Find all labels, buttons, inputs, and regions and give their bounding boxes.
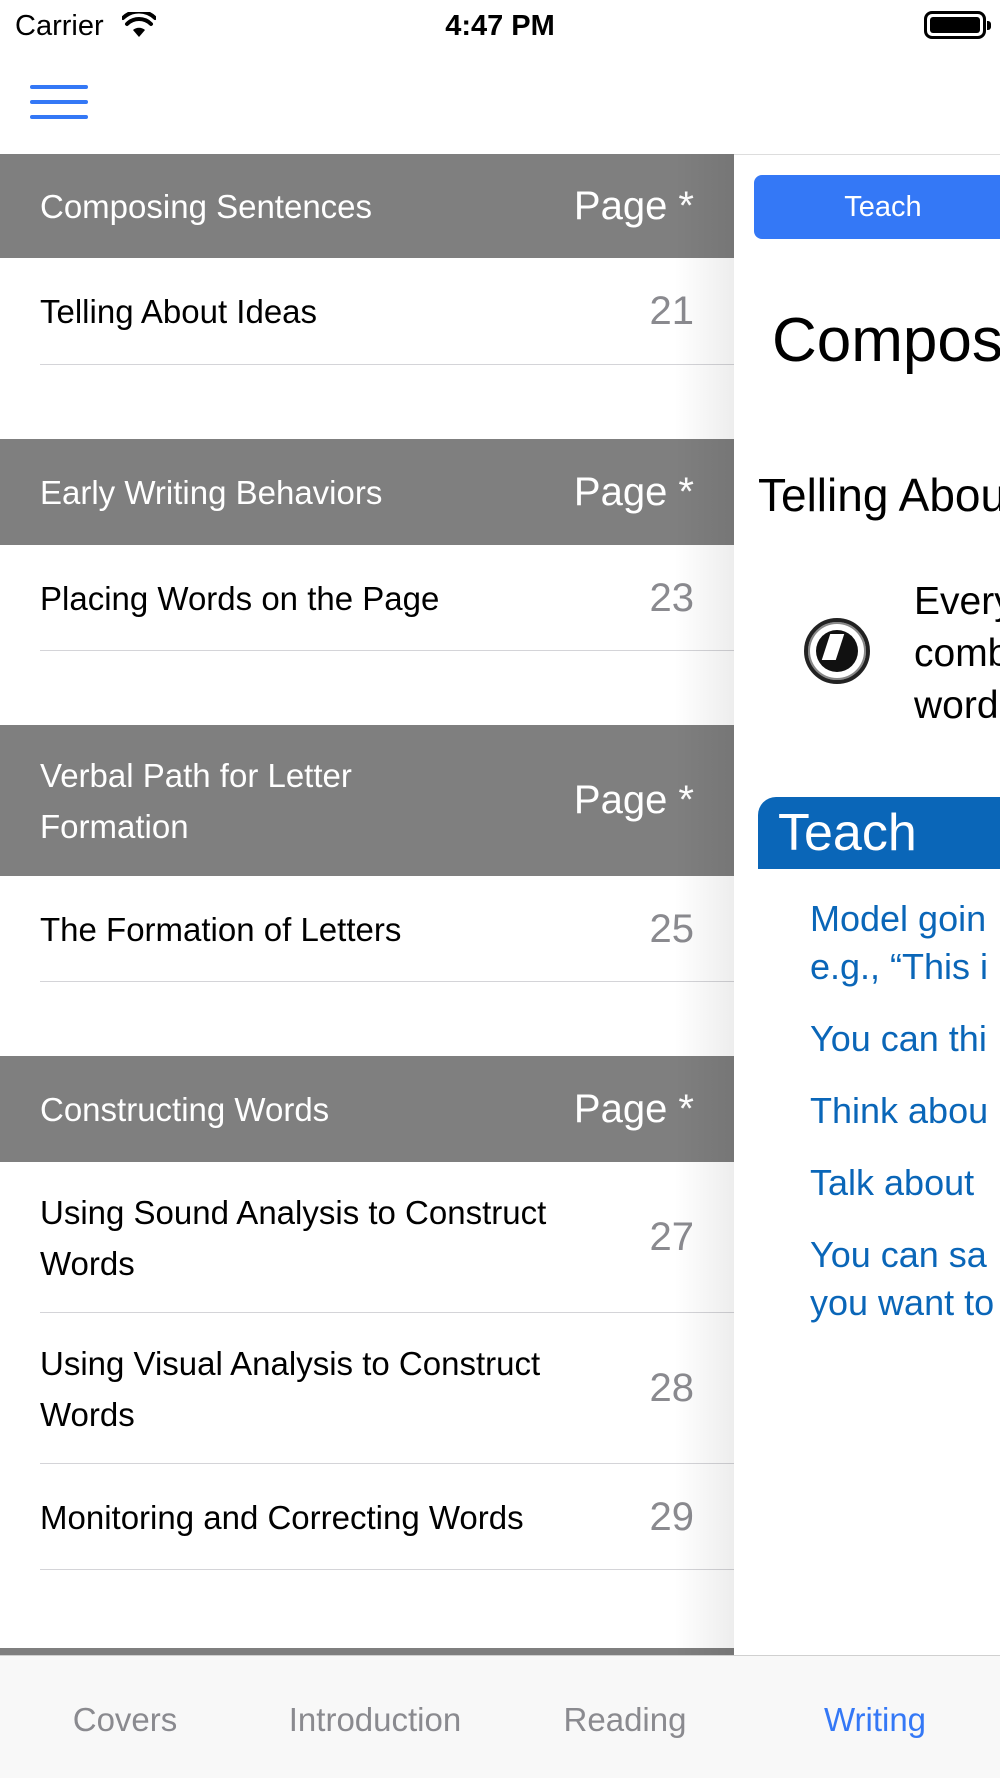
battery-icon — [924, 11, 991, 39]
document-paragraph: Every comb word — [914, 576, 1000, 732]
teach-button[interactable]: Teach — [754, 175, 1000, 239]
page-column-label: Page * — [573, 183, 694, 228]
toc-row-label: The Formation of Letters — [40, 910, 402, 948]
tab-writing[interactable]: Writing — [750, 1701, 1000, 1739]
toc-row-page: 23 — [649, 575, 695, 620]
toc-row-page: 21 — [649, 289, 695, 333]
teach-banner: Teach — [758, 797, 1000, 869]
tab-covers[interactable]: Covers — [0, 1701, 250, 1739]
detail-pane: Teach Compos Telling Abou Every comb wor… — [734, 154, 1000, 1655]
paragraph-line: word — [914, 684, 999, 727]
section-title: Early Writing Behaviors — [40, 473, 383, 511]
section-header: Verbal Path for Letter Formation Page * — [0, 725, 734, 876]
toc-row[interactable]: Placing Words on the Page 23 — [0, 545, 734, 651]
toc-row[interactable]: Monitoring and Correcting Words 29 — [0, 1464, 734, 1570]
toc-row[interactable]: The Formation of Letters 25 — [0, 876, 734, 982]
page-column-label: Page * — [573, 778, 694, 822]
clock: 4:47 PM — [445, 10, 555, 42]
toc-row[interactable]: Telling About Ideas 21 — [0, 258, 734, 365]
document-title: Compos — [772, 306, 1000, 375]
table-of-contents: Composing Sentences Page * Telling About… — [0, 154, 734, 1655]
toc-row[interactable]: Using Sound Analysis to Construct Words … — [0, 1162, 734, 1313]
toc-row-label: Placing Words on the Page — [40, 579, 440, 617]
section-header: Constructing Words Page * — [0, 1056, 734, 1162]
paragraph-line: comb — [914, 632, 1000, 675]
toc-row-page: 28 — [649, 1366, 695, 1410]
teach-item: You can thi — [810, 1018, 987, 1059]
toc-row-label: Using Visual Analysis to Construct Words — [40, 1344, 541, 1433]
teach-instructions: Model goin e.g., “This i You can thi Thi… — [810, 895, 994, 1351]
status-bar: Carrier 4:47 PM — [0, 0, 1000, 52]
paragraph-line: Every — [914, 580, 1000, 623]
toc-row-label: Using Sound Analysis to Construct Words — [40, 1193, 547, 1282]
section-title: Verbal Path for Letter Formation — [40, 756, 352, 845]
tab-introduction[interactable]: Introduction — [250, 1701, 500, 1739]
section-header: Early Writing Behaviors Page * — [0, 439, 734, 545]
teach-item: You can sa you want to — [810, 1234, 995, 1323]
page-column-label: Page * — [573, 1086, 694, 1131]
section-title: Composing Sentences — [40, 187, 373, 225]
document-subtitle: Telling Abou — [758, 469, 1000, 521]
toc-row-label: Monitoring and Correcting Words — [40, 1498, 524, 1536]
toc-row-page: 29 — [649, 1494, 695, 1539]
section-header: Composing Sentences Page * — [0, 154, 734, 258]
section-title: Constructing Words — [40, 1090, 330, 1128]
step-one-icon — [804, 618, 870, 684]
tab-reading[interactable]: Reading — [500, 1701, 750, 1739]
toc-row-label: Telling About Ideas — [40, 293, 318, 330]
teach-item: Think abou — [810, 1090, 989, 1131]
toc-row-page: 27 — [649, 1215, 695, 1259]
page-column-label: Page * — [573, 469, 694, 514]
teach-item: Model goin e.g., “This i — [810, 898, 989, 987]
hamburger-menu-icon[interactable] — [30, 85, 88, 123]
toc-row[interactable]: Using Visual Analysis to Construct Words… — [0, 1313, 734, 1464]
tab-bar: Covers Introduction Reading Writing — [0, 1655, 1000, 1778]
toc-row-page: 25 — [649, 906, 695, 951]
navigation-bar — [0, 52, 1000, 154]
next-section-header-edge — [0, 1648, 734, 1655]
teach-item: Talk about — [810, 1162, 975, 1203]
